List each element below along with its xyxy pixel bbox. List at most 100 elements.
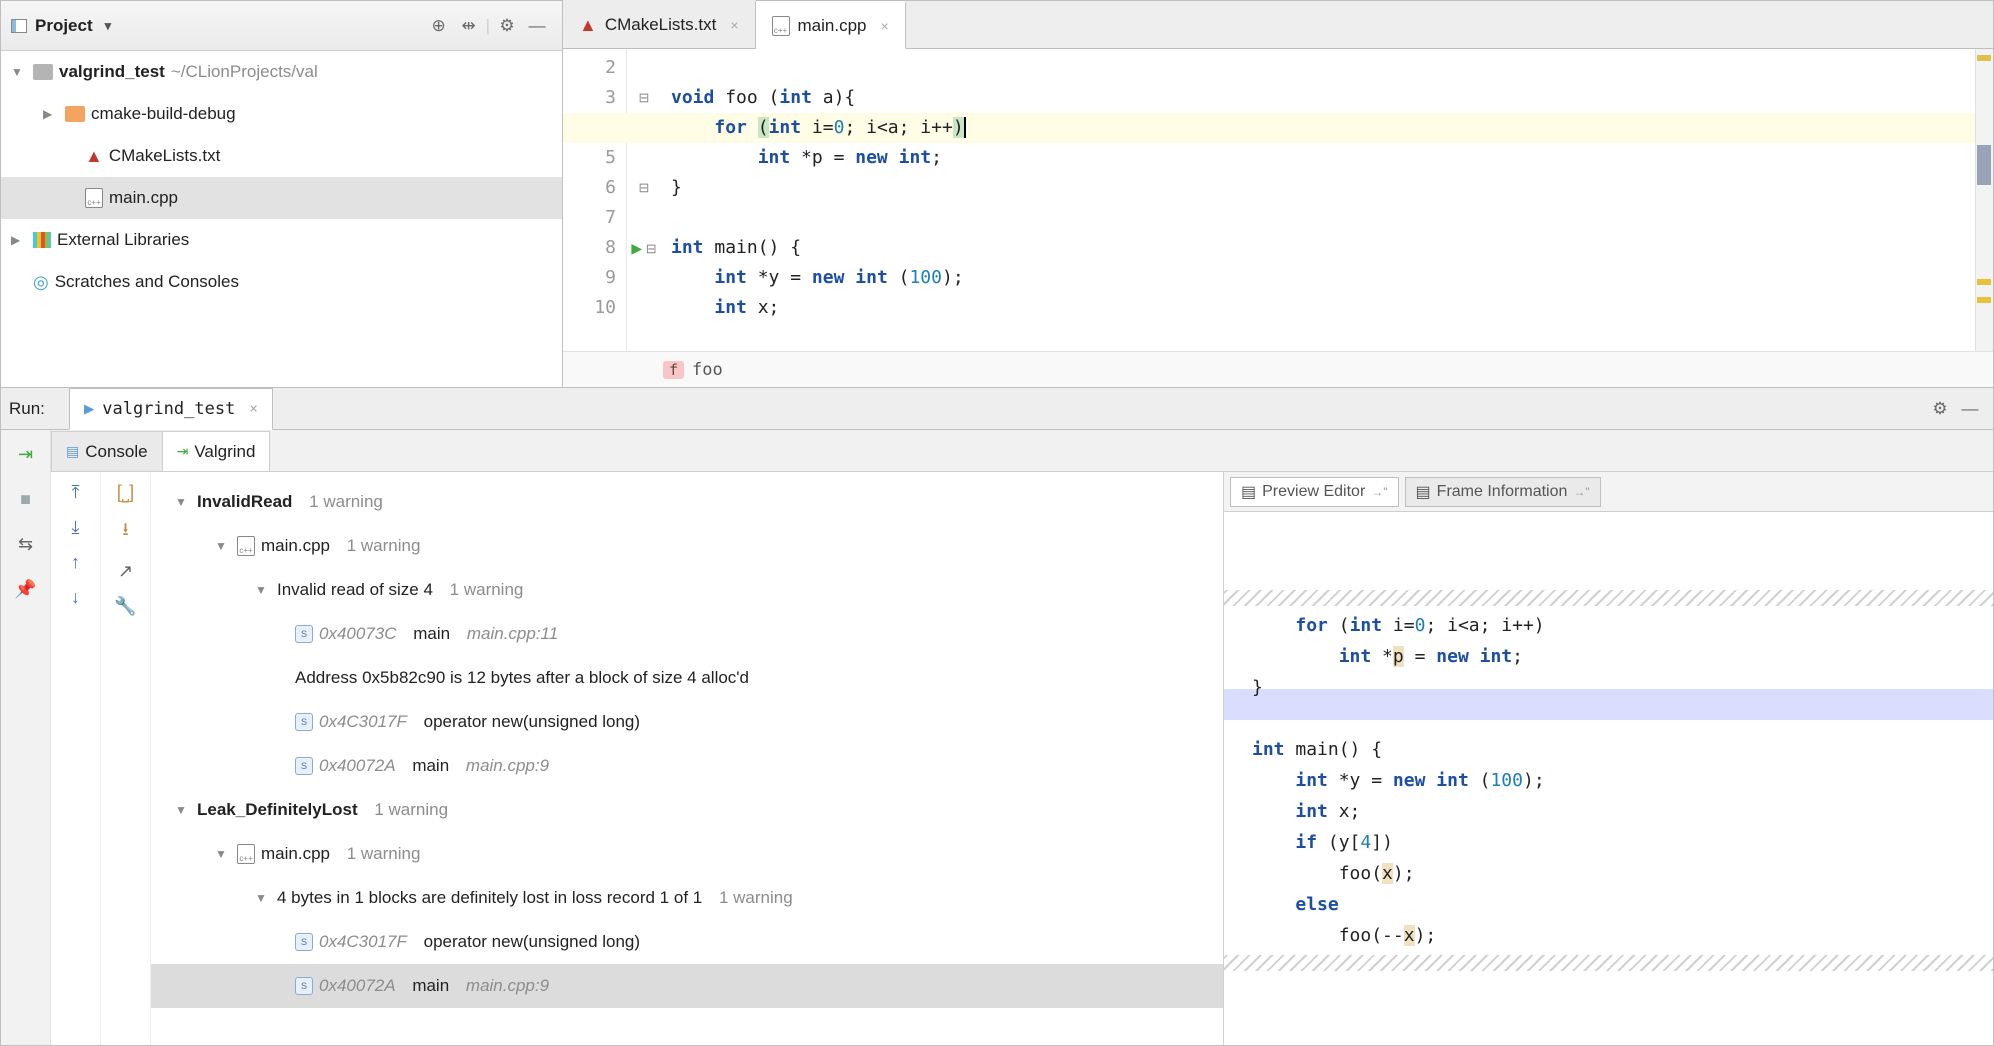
project-tree[interactable]: ▼ valgrind_test ~/CLionProjects/val ▶ cm…: [1, 51, 562, 387]
error-message: 4 bytes in 1 blocks are definitely lost …: [277, 888, 702, 908]
tab-label: Frame Information: [1437, 483, 1568, 501]
layout-icon[interactable]: ⇆: [18, 534, 33, 555]
fold-gutter[interactable]: ⊟⊟▶ ⊟: [627, 49, 661, 351]
cmake-file-icon: ▲: [579, 15, 597, 36]
tree-root-path: ~/CLionProjects/val: [171, 62, 318, 82]
scroll-from-source-icon[interactable]: ⊕: [424, 11, 454, 41]
tree-external-libraries[interactable]: ▶ External Libraries: [1, 219, 562, 261]
run-left-toolbar: ⇥ ■ ⇆ 📌: [1, 430, 51, 1045]
export-icon[interactable]: ⭳: [122, 517, 128, 547]
collapse-all-icon[interactable]: ⤓: [72, 517, 80, 538]
wrench-icon[interactable]: 🔧: [114, 596, 136, 617]
preview-icon: ▤: [1241, 482, 1256, 502]
frame-address: 0x40073C: [319, 624, 397, 644]
pin-icon[interactable]: 📌: [14, 579, 36, 600]
tree-file-cmakelists[interactable]: ▲ CMakeLists.txt: [1, 135, 562, 177]
address-detail-text: Address 0x5b82c90 is 12 bytes after a bl…: [295, 668, 749, 688]
rerun-icon[interactable]: ⇥: [18, 444, 33, 465]
tab-label: Valgrind: [194, 442, 255, 462]
stack-frame[interactable]: S 0x40072A main main.cpp:9: [151, 964, 1223, 1008]
breadcrumb-bar[interactable]: f foo: [563, 351, 1993, 387]
run-tool-header: Run: ▶ valgrind_test × —: [1, 388, 1993, 430]
project-view-selector[interactable]: Project: [11, 16, 111, 36]
code-content[interactable]: void foo (int a){ for (int i=0; i<a; i++…: [661, 49, 1993, 351]
valgrind-file-main-cpp[interactable]: ▼ c++ main.cpp 1 warning: [151, 832, 1223, 876]
warn-count: 1 warning: [347, 844, 421, 864]
project-header-bar: Project ⊕ ⇹ | —: [1, 1, 562, 51]
stack-frame[interactable]: S 0x4C3017F operator new(unsigned long): [151, 700, 1223, 744]
tree-item-label: External Libraries: [57, 230, 189, 250]
close-tab-icon[interactable]: ×: [880, 18, 888, 34]
asm-icon: S: [295, 933, 313, 951]
tree-root[interactable]: ▼ valgrind_test ~/CLionProjects/val: [1, 51, 562, 93]
expand-arrow-icon[interactable]: ▼: [11, 65, 27, 79]
frame-function: operator new(unsigned long): [424, 932, 640, 952]
pin-out-icon[interactable]: →": [1371, 485, 1387, 499]
stop-icon[interactable]: ■: [20, 489, 31, 510]
frame-address: 0x4C3017F: [319, 712, 407, 732]
tab-main-cpp[interactable]: c++ main.cpp ×: [756, 1, 906, 49]
breadcrumb-text: foo: [692, 360, 723, 380]
valgrind-address-detail[interactable]: Address 0x5b82c90 is 12 bytes after a bl…: [151, 656, 1223, 700]
stack-frame[interactable]: S 0x40073C main main.cpp:11: [151, 612, 1223, 656]
warn-count: 1 warning: [450, 580, 524, 600]
collapse-all-icon[interactable]: ⇹: [454, 11, 484, 41]
valgrind-results-tree[interactable]: ▼ InvalidRead 1 warning ▼ c++ main.cpp 1…: [151, 472, 1223, 1045]
valgrind-error-leak[interactable]: ▼ 4 bytes in 1 blocks are definitely los…: [151, 876, 1223, 920]
pin-out-icon[interactable]: →": [1573, 485, 1589, 499]
up-icon[interactable]: ↑: [71, 552, 80, 573]
close-tab-icon[interactable]: ×: [730, 17, 738, 33]
valgrind-group-invalid-read[interactable]: ▼ InvalidRead 1 warning: [151, 480, 1223, 524]
valgrind-toolbar-2: [⎵] ⭳ ↗ 🔧: [101, 472, 151, 1045]
valgrind-group-leak[interactable]: ▼ Leak_DefinitelyLost 1 warning: [151, 788, 1223, 832]
tab-console[interactable]: ▤ Console: [51, 431, 163, 471]
frame-address: 0x40072A: [319, 756, 396, 776]
tab-label: Console: [85, 442, 147, 462]
tree-item-label: CMakeLists.txt: [109, 146, 220, 166]
warn-count: 1 warning: [347, 536, 421, 556]
preview-pane: ▤ Preview Editor →" ▤ Frame Information …: [1223, 472, 1993, 1045]
hide-panel-icon[interactable]: —: [1955, 394, 1985, 424]
stack-frame[interactable]: S 0x4C3017F operator new(unsigned long): [151, 920, 1223, 964]
group-icon[interactable]: [⎵]: [117, 482, 134, 503]
collapse-arrow-icon[interactable]: ▶: [43, 107, 59, 121]
asm-icon: S: [295, 625, 313, 643]
frame-location: main.cpp:9: [466, 756, 549, 776]
code-editor[interactable]: 2345678910 ⊟⊟▶ ⊟ void foo (int a){ for (…: [563, 49, 1993, 351]
frame-function: main: [412, 976, 449, 996]
file-name: main.cpp: [261, 536, 330, 556]
tab-label: CMakeLists.txt: [605, 15, 716, 35]
tab-frame-information[interactable]: ▤ Frame Information →": [1405, 477, 1601, 507]
error-message: Invalid read of size 4: [277, 580, 433, 600]
tree-file-main-cpp[interactable]: c++ main.cpp: [1, 177, 562, 219]
cpp-file-icon: c++: [237, 844, 255, 864]
collapse-arrow-icon[interactable]: ▶: [11, 233, 27, 247]
stack-frame[interactable]: S 0x40072A main main.cpp:9: [151, 744, 1223, 788]
group-warn-count: 1 warning: [309, 492, 383, 512]
settings-gear-icon[interactable]: [1925, 394, 1955, 424]
settings-gear-icon[interactable]: [492, 11, 522, 41]
close-tab-icon[interactable]: ×: [249, 401, 257, 417]
tab-preview-editor[interactable]: ▤ Preview Editor →": [1230, 477, 1399, 507]
preview-code[interactable]: for (int i=0; i<a; i++) int *p = new int…: [1224, 512, 1993, 1045]
valgrind-icon: ⇥: [177, 443, 189, 460]
run-config-tab[interactable]: ▶ valgrind_test ×: [69, 388, 273, 430]
hide-panel-icon[interactable]: —: [522, 11, 552, 41]
asm-icon: S: [295, 977, 313, 995]
tree-scratches[interactable]: ◎ Scratches and Consoles: [1, 261, 562, 303]
valgrind-file-main-cpp[interactable]: ▼ c++ main.cpp 1 warning: [151, 524, 1223, 568]
tab-valgrind[interactable]: ⇥ Valgrind: [162, 431, 271, 471]
down-icon[interactable]: ↓: [71, 587, 80, 608]
frame-address: 0x40072A: [319, 976, 396, 996]
tab-cmakelists[interactable]: ▲ CMakeLists.txt ×: [563, 0, 756, 48]
run-gutter-icon[interactable]: ▶: [631, 240, 642, 256]
valgrind-error-invalid-read[interactable]: ▼ Invalid read of size 4 1 warning: [151, 568, 1223, 612]
cmake-file-icon: ▲: [85, 146, 103, 167]
tree-folder-cmake-build[interactable]: ▶ cmake-build-debug: [1, 93, 562, 135]
run-inner-tab-bar: ▤ Console ⇥ Valgrind: [51, 430, 1993, 472]
tree-root-name: valgrind_test: [59, 62, 165, 82]
group-warn-count: 1 warning: [374, 800, 448, 820]
open-external-icon[interactable]: ↗: [118, 561, 133, 582]
expand-all-icon[interactable]: ⤒: [72, 482, 80, 503]
folder-icon: [65, 106, 85, 122]
